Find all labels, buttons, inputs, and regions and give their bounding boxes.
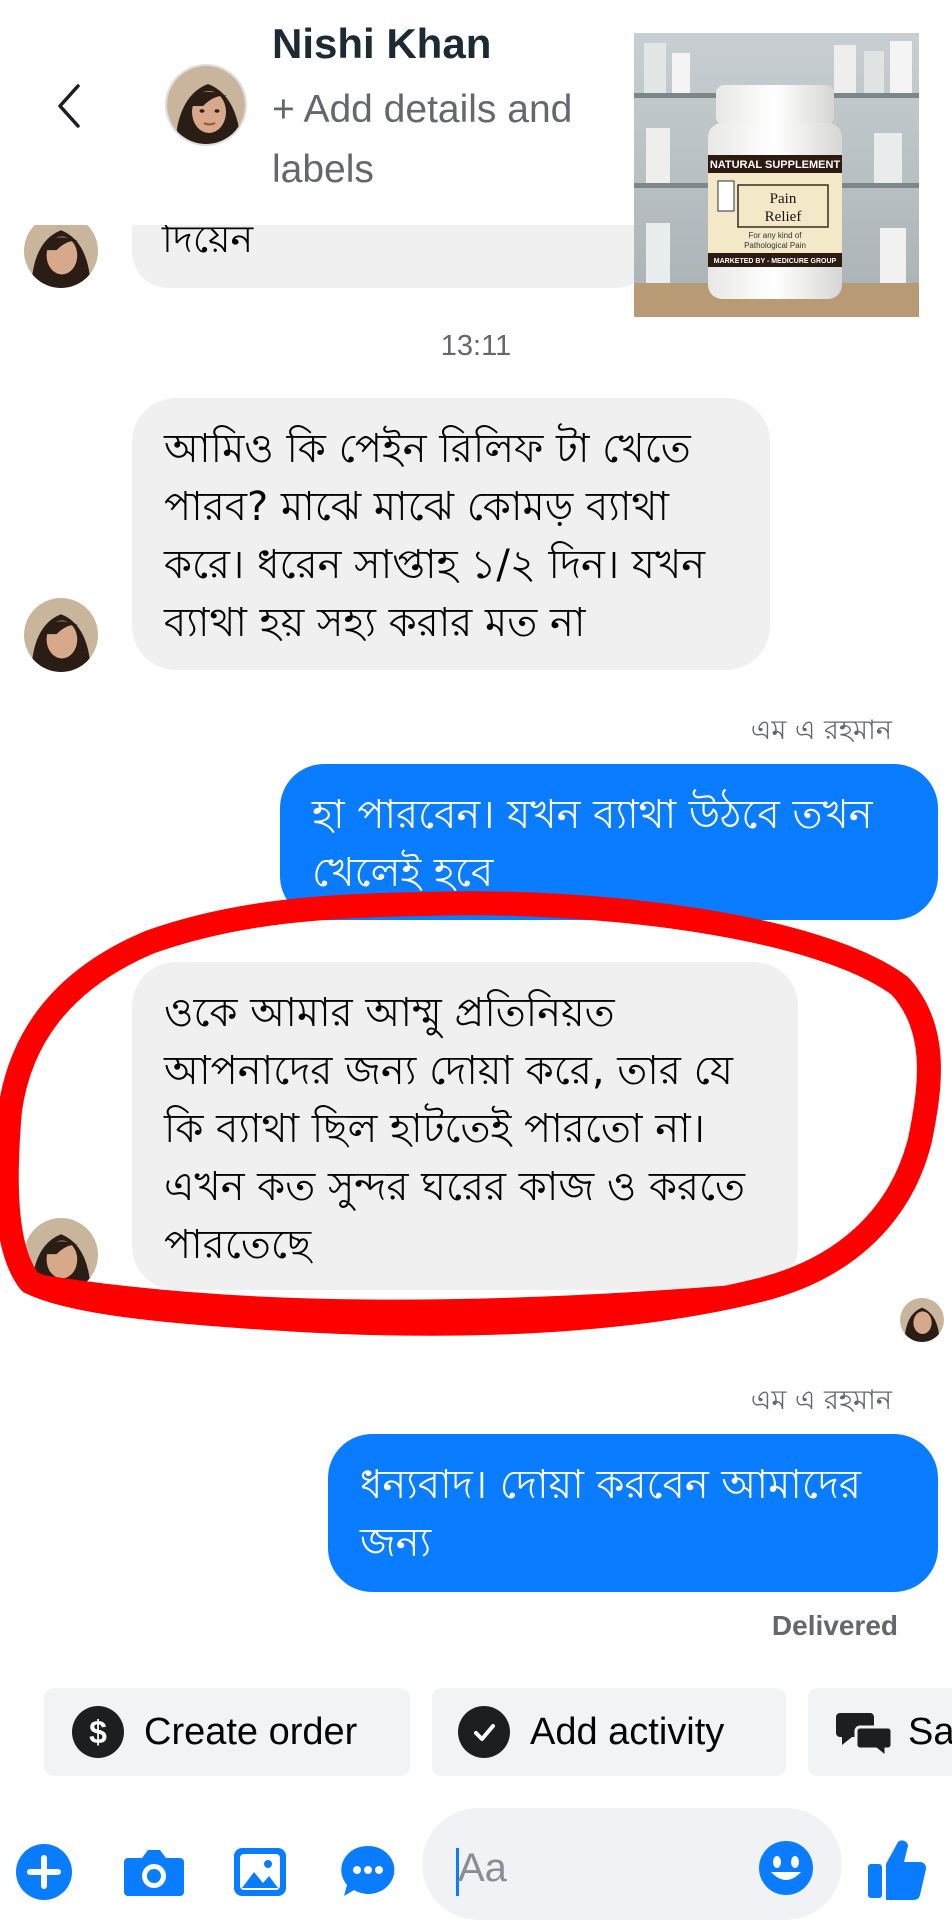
- avatar[interactable]: [165, 64, 247, 146]
- chevron-left-icon[interactable]: [50, 80, 90, 132]
- sender-label: এম এ রহমান: [750, 715, 892, 746]
- message-text: আমিও কি পেইন রিলিফ টা খেতে পারব? মাঝে মা…: [164, 426, 706, 646]
- message-input-placeholder: Aa: [458, 1846, 507, 1890]
- plus-icon[interactable]: [14, 1842, 74, 1902]
- sender-label: এম এ রহমান: [750, 1385, 892, 1416]
- svg-text:For any kind of: For any kind of: [749, 231, 803, 240]
- add-details-link[interactable]: + Add details and labels: [272, 80, 632, 200]
- delivery-status: Delivered: [771, 1610, 898, 1641]
- svg-text:Relief: Relief: [765, 209, 802, 225]
- timestamp: 13:11: [440, 330, 512, 362]
- thumbs-up-icon[interactable]: [866, 1836, 928, 1900]
- message-bubble-outgoing[interactable]: ধন্যবাদ। দোয়া করবেন আমাদের জন্য: [328, 1434, 938, 1592]
- svg-text:Pathological Pain: Pathological Pain: [744, 241, 806, 250]
- message-text: ধন্যবাদ। দোয়া করবেন আমাদের জন্য: [360, 1462, 861, 1566]
- check-circle-icon: [458, 1706, 510, 1758]
- gallery-icon[interactable]: [230, 1842, 290, 1902]
- chat-bubbles-icon: [836, 1707, 894, 1757]
- add-activity-button[interactable]: Add activity: [432, 1688, 786, 1776]
- saved-replies-button[interactable]: Sa: [808, 1688, 952, 1776]
- avatar[interactable]: [24, 598, 98, 672]
- message-bubble-incoming[interactable]: আমিও কি পেইন রিলিফ টা খেতে পারব? মাঝে মা…: [132, 398, 770, 670]
- avatar[interactable]: [24, 214, 98, 288]
- quick-action-label: Create order: [144, 1710, 358, 1753]
- camera-icon[interactable]: [122, 1842, 186, 1902]
- svg-text:Pain: Pain: [770, 191, 797, 207]
- quick-action-label: Add activity: [530, 1710, 725, 1753]
- chat-bubble-icon[interactable]: [338, 1842, 398, 1902]
- emoji-icon[interactable]: [756, 1838, 816, 1898]
- product-footer-text: MARKETED BY - MEDICURE GROUP: [714, 258, 837, 265]
- product-banner-text: NATURAL SUPPLEMENT: [710, 159, 841, 171]
- contact-name[interactable]: Nishi Khan: [272, 20, 491, 68]
- dollar-icon: $: [72, 1706, 124, 1758]
- shared-product-image[interactable]: NATURAL SUPPLEMENT Pain Relief For any k…: [634, 33, 919, 317]
- red-circle-annotation: [0, 891, 941, 1336]
- create-order-button[interactable]: $ Create order: [44, 1688, 410, 1776]
- quick-action-label: Sa: [908, 1710, 952, 1753]
- message-text: হা পারবেন। যখন ব্যাথা উঠবে তখন খেলেই হবে: [312, 792, 873, 896]
